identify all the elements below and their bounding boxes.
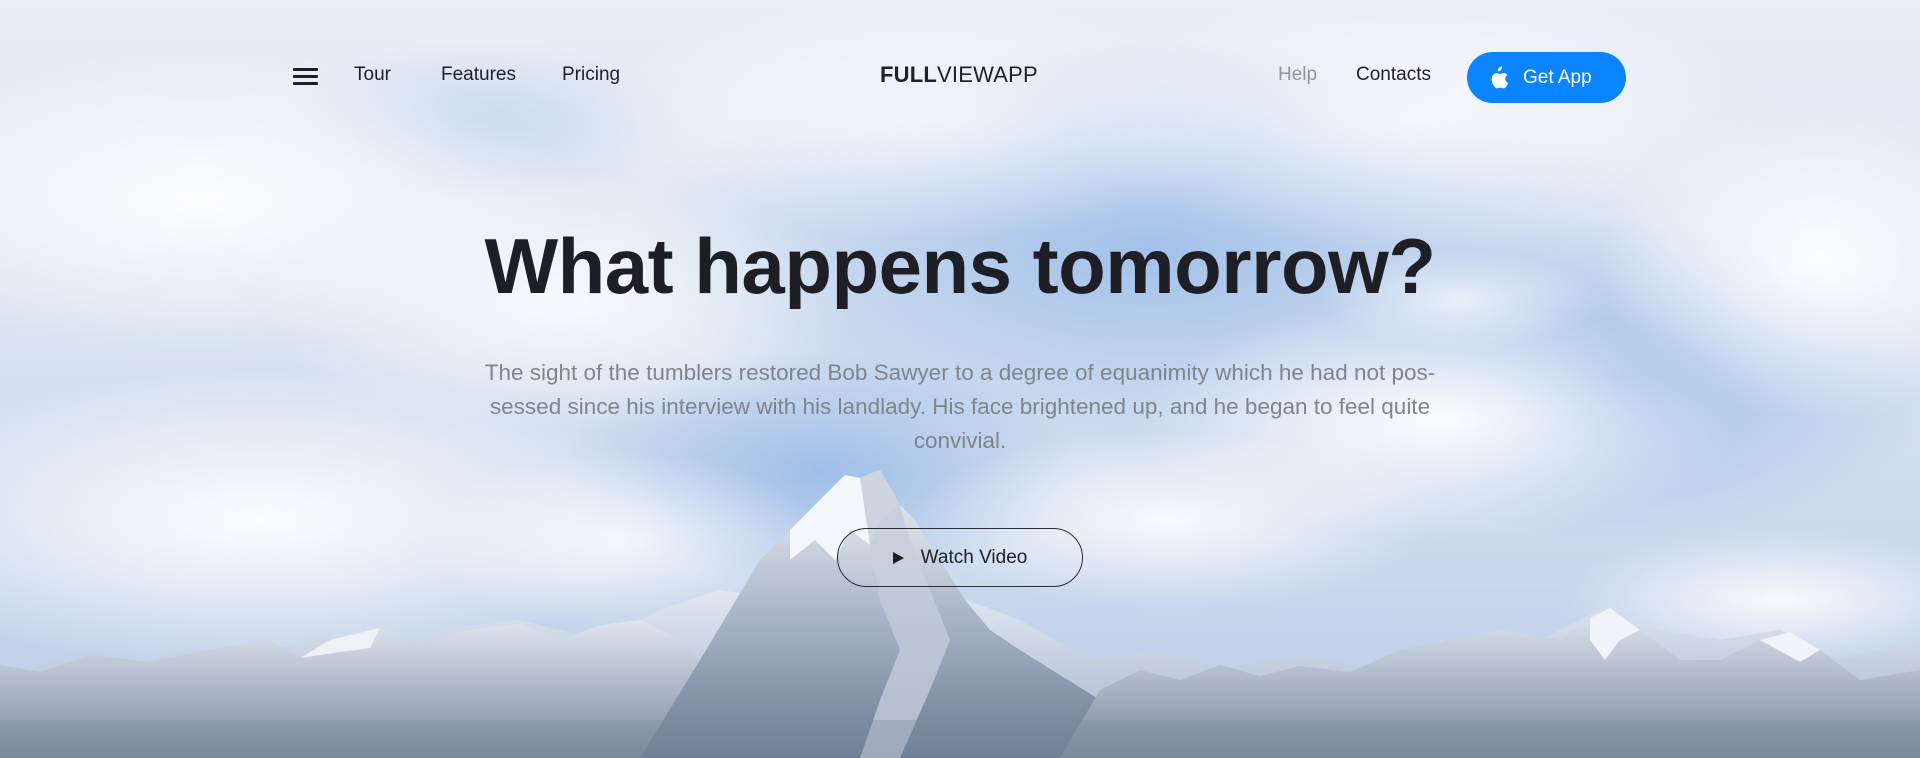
nav-link-tour[interactable]: Tour [354, 64, 391, 86]
hamburger-menu-icon[interactable] [293, 66, 319, 86]
nav-link-features[interactable]: Features [441, 64, 516, 86]
get-app-button[interactable]: Get App [1467, 52, 1626, 103]
hero-subtitle: The sight of the tumblers restored Bob S… [480, 356, 1440, 458]
brand-logo[interactable]: FULLVIEWAPP [880, 62, 1038, 88]
hero-subtitle-line: The sight of the tumblers restored Bob S… [484, 360, 1436, 385]
apple-icon [1491, 65, 1509, 88]
get-app-label: Get App [1523, 66, 1592, 88]
watch-video-label: Watch Video [920, 546, 1028, 568]
nav-link-contacts[interactable]: Contacts [1356, 64, 1431, 86]
hero-headline: What happens tomorrow? [484, 222, 1436, 310]
play-icon [892, 551, 904, 564]
logo-light-text: VIEWAPP [937, 62, 1038, 87]
watch-video-button[interactable]: Watch Video [837, 528, 1083, 587]
hero-subtitle-line: convivial. [913, 428, 1007, 453]
hero-section: Tour Features Pricing FULLVIEWAPP Help C… [0, 0, 1920, 758]
logo-bold-text: FULL [880, 62, 938, 87]
nav-link-pricing[interactable]: Pricing [562, 64, 620, 86]
hero-subtitle-line: sessed since his interview with his land… [489, 394, 1431, 419]
top-navigation: Tour Features Pricing FULLVIEWAPP Help C… [0, 0, 1920, 155]
nav-link-help[interactable]: Help [1278, 64, 1317, 86]
